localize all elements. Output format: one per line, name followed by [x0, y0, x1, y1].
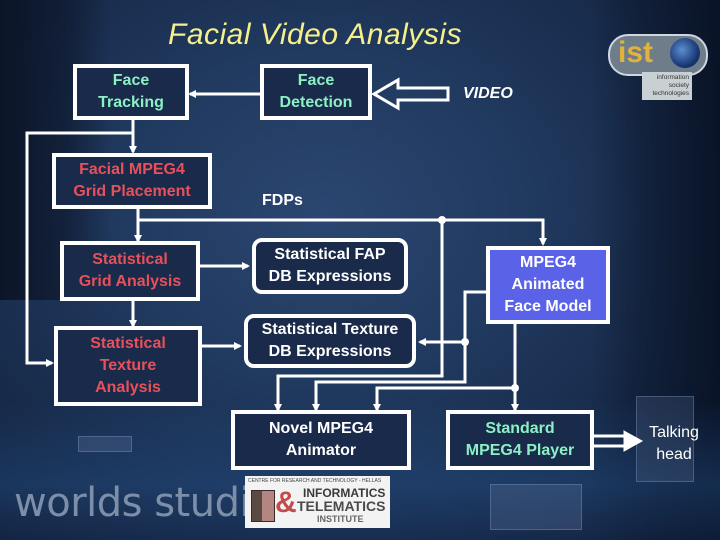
node-animator: Novel MPEG4 Animator: [231, 410, 411, 470]
edge-model-to-animator: [373, 386, 515, 412]
building-icon: [251, 490, 275, 522]
node-face-detection: Face Detection: [260, 64, 372, 120]
ist-logo: ist information society technologies: [608, 26, 708, 100]
iti-logo: CENTRE FOR RESEARCH AND TECHNOLOGY - HEL…: [245, 476, 390, 528]
node-grid-placement: Facial MPEG4 Grid Placement: [52, 153, 212, 209]
junction-dot: [511, 384, 519, 392]
edge-model-to-texturedb: [418, 290, 487, 346]
node-texture-db: Statistical Texture DB Expressions: [244, 314, 416, 368]
iti-logo-line2: TELEMATICS: [297, 498, 386, 514]
node-grid-analysis: Statistical Grid Analysis: [60, 241, 200, 301]
video-label: VIDEO: [463, 85, 513, 102]
talking-head-label: Talking head: [649, 424, 699, 463]
iti-logo-header: CENTRE FOR RESEARCH AND TECHNOLOGY - HEL…: [248, 478, 382, 484]
video-input-arrow: [371, 77, 450, 111]
node-face-tracking: Face Tracking: [73, 64, 189, 120]
ist-logo-caption: information society technologies: [642, 72, 692, 100]
node-fap-db: Statistical FAP DB Expressions: [252, 238, 408, 294]
junction-dot: [461, 338, 469, 346]
node-texture-analysis: Statistical Texture Analysis: [54, 326, 202, 406]
globe-icon: [670, 38, 700, 68]
ist-logo-mark: ist: [618, 36, 654, 69]
player-output-arrow: [592, 430, 644, 452]
fdps-label: FDPs: [262, 192, 303, 209]
junction-dot: [438, 216, 446, 224]
node-player: Standard MPEG4 Player: [446, 410, 594, 470]
iti-logo-ampersand: &: [275, 486, 297, 519]
iti-logo-line3: INSTITUTE: [317, 514, 364, 524]
node-face-model: MPEG4 Animated Face Model: [486, 246, 610, 324]
